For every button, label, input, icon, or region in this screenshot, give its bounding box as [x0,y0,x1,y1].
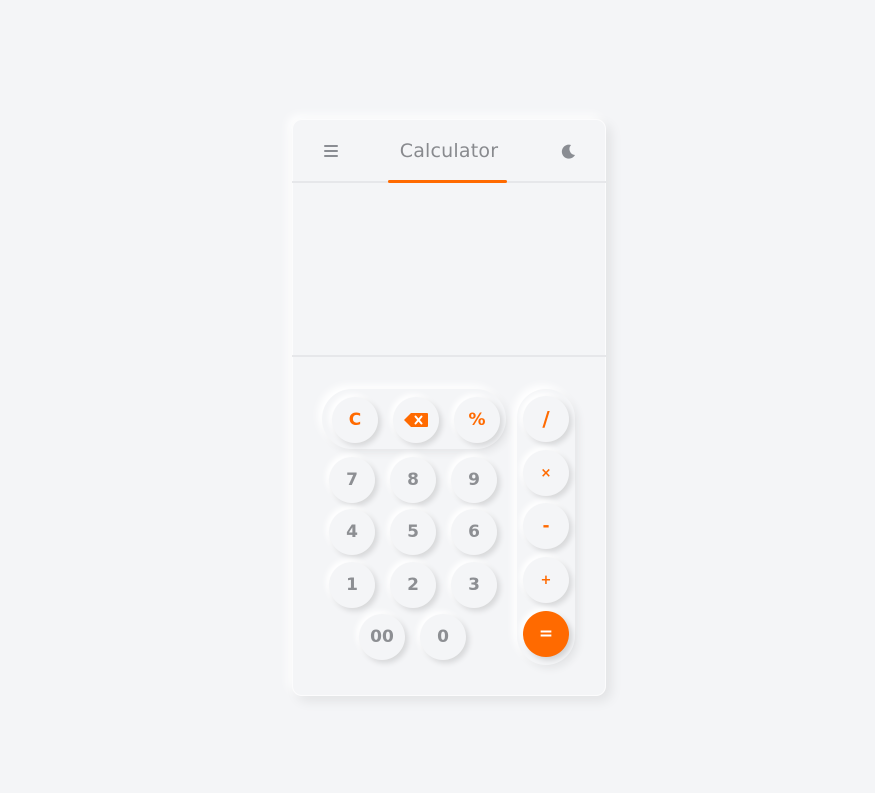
page-title: Calculator [399,140,499,162]
digit-3-button[interactable]: 3 [451,562,497,608]
digit-2-button[interactable]: 2 [390,562,436,608]
digit-5-button[interactable]: 5 [390,509,436,555]
display [292,185,606,357]
subtract-button[interactable]: - [523,503,569,549]
moon-icon[interactable] [560,143,577,160]
header: Calculator [292,119,606,183]
calculator-card: Calculator C % / × - + = 7 8 9 4 5 6 1 2… [292,119,606,696]
digit-7-button[interactable]: 7 [329,457,375,503]
clear-button[interactable]: C [332,397,378,443]
divide-button[interactable]: / [523,396,569,442]
backspace-button[interactable] [393,397,439,443]
digit-4-button[interactable]: 4 [329,509,375,555]
digit-6-button[interactable]: 6 [451,509,497,555]
percent-button[interactable]: % [454,397,500,443]
digit-1-button[interactable]: 1 [329,562,375,608]
backspace-icon [404,413,428,427]
digit-0-button[interactable]: 0 [420,614,466,660]
title-underline [388,180,507,183]
digit-8-button[interactable]: 8 [390,457,436,503]
digit-9-button[interactable]: 9 [451,457,497,503]
add-button[interactable]: + [523,557,569,603]
double-zero-button[interactable]: 00 [359,614,405,660]
equals-button[interactable]: = [523,611,569,657]
multiply-button[interactable]: × [523,450,569,496]
